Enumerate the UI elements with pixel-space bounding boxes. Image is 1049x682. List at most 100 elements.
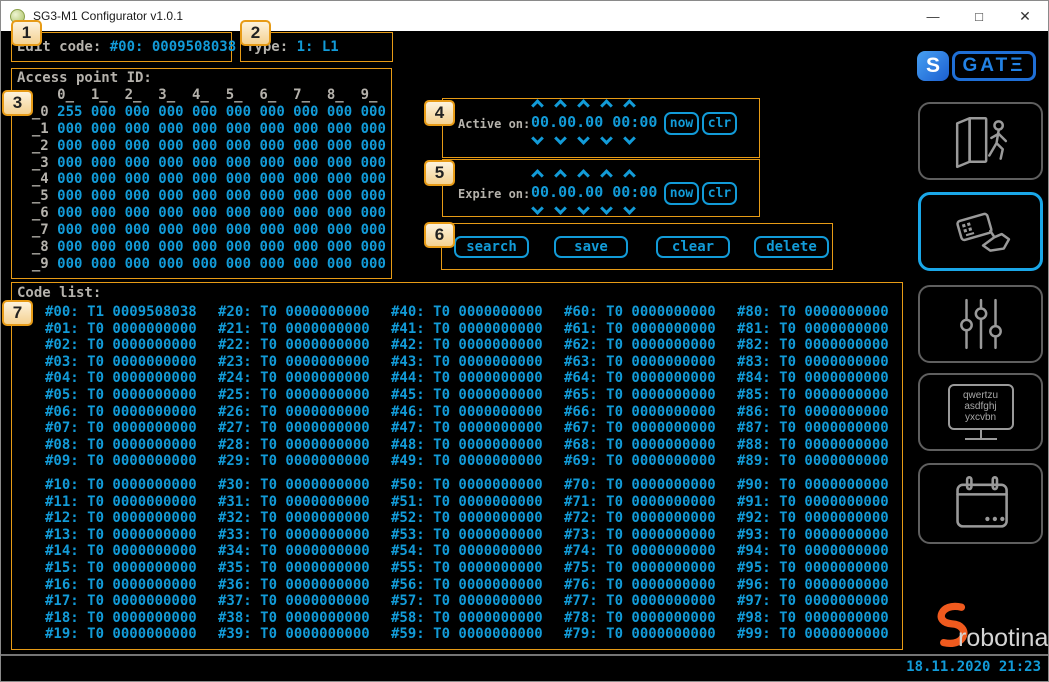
sidebar-button-io-settings[interactable] <box>918 285 1043 363</box>
access-cell[interactable]: 255 <box>49 104 83 120</box>
access-cell[interactable]: 000 <box>184 104 218 120</box>
access-cell[interactable]: 000 <box>150 138 184 154</box>
access-cell[interactable]: 000 <box>150 121 184 137</box>
access-cell[interactable]: 000 <box>184 138 218 154</box>
access-cell[interactable]: 000 <box>184 205 218 221</box>
expire-now-button[interactable]: now <box>664 182 699 205</box>
code-list-entry[interactable]: #75: T0 0000000000 <box>564 560 716 577</box>
code-list-entry[interactable]: #41: T0 0000000000 <box>391 321 543 338</box>
spin-down-icon[interactable] <box>623 202 636 215</box>
code-list-entry[interactable]: #73: T0 0000000000 <box>564 527 716 544</box>
code-list-entry[interactable]: #78: T0 0000000000 <box>564 610 716 627</box>
access-cell[interactable]: 000 <box>49 155 83 171</box>
access-cell[interactable]: 000 <box>82 205 116 221</box>
access-cell[interactable]: 000 <box>285 256 319 272</box>
access-cell[interactable]: 000 <box>150 239 184 255</box>
access-cell[interactable]: 000 <box>251 205 285 221</box>
code-list-entry[interactable]: #74: T0 0000000000 <box>564 543 716 560</box>
code-list-entry[interactable]: #67: T0 0000000000 <box>564 420 716 437</box>
access-cell[interactable]: 000 <box>318 104 352 120</box>
access-cell[interactable]: 000 <box>217 222 251 238</box>
code-list-entry[interactable]: #64: T0 0000000000 <box>564 370 716 387</box>
spin-up-icon[interactable] <box>531 99 544 112</box>
edit-code-field[interactable]: Edit code: #00: 0009508038 <box>17 39 236 55</box>
code-list-entry[interactable]: #69: T0 0000000000 <box>564 453 716 470</box>
code-list-entry[interactable]: #87: T0 0000000000 <box>737 420 889 437</box>
code-list-entry[interactable]: #04: T0 0000000000 <box>45 370 197 387</box>
code-list-entry[interactable]: #77: T0 0000000000 <box>564 593 716 610</box>
spin-down-icon[interactable] <box>577 132 590 145</box>
access-cell[interactable]: 000 <box>318 188 352 204</box>
spin-up-icon[interactable] <box>554 99 567 112</box>
code-list-entry[interactable]: #76: T0 0000000000 <box>564 577 716 594</box>
access-cell[interactable]: 000 <box>251 239 285 255</box>
access-cell[interactable]: 000 <box>116 138 150 154</box>
code-list-entry[interactable]: #97: T0 0000000000 <box>737 593 889 610</box>
access-cell[interactable]: 000 <box>352 121 386 137</box>
access-cell[interactable]: 000 <box>251 104 285 120</box>
code-list-entry[interactable]: #79: T0 0000000000 <box>564 626 716 643</box>
access-cell[interactable]: 000 <box>49 239 83 255</box>
access-cell[interactable]: 000 <box>285 239 319 255</box>
access-cell[interactable]: 000 <box>352 256 386 272</box>
code-list-entry[interactable]: #27: T0 0000000000 <box>218 420 370 437</box>
access-cell[interactable]: 000 <box>318 256 352 272</box>
code-list-entry[interactable]: #35: T0 0000000000 <box>218 560 370 577</box>
access-cell[interactable]: 000 <box>184 155 218 171</box>
code-list-entry[interactable]: #00: T1 0009508038 <box>45 304 197 321</box>
code-list-entry[interactable]: #24: T0 0000000000 <box>218 370 370 387</box>
access-cell[interactable]: 000 <box>116 239 150 255</box>
code-list-entry[interactable]: #98: T0 0000000000 <box>737 610 889 627</box>
code-list-entry[interactable]: #84: T0 0000000000 <box>737 370 889 387</box>
code-list-entry[interactable]: #48: T0 0000000000 <box>391 437 543 454</box>
access-cell[interactable]: 000 <box>318 222 352 238</box>
type-value[interactable]: 1: L1 <box>297 39 339 55</box>
spin-up-icon[interactable] <box>600 99 613 112</box>
code-list-entry[interactable]: #02: T0 0000000000 <box>45 337 197 354</box>
access-cell[interactable]: 000 <box>285 155 319 171</box>
active-clr-button[interactable]: clr <box>702 112 737 135</box>
access-cell[interactable]: 000 <box>150 155 184 171</box>
code-list-entry[interactable]: #80: T0 0000000000 <box>737 304 889 321</box>
spin-up-icon[interactable] <box>577 99 590 112</box>
access-cell[interactable]: 000 <box>217 121 251 137</box>
access-cell[interactable]: 000 <box>184 121 218 137</box>
spin-down-icon[interactable] <box>531 132 544 145</box>
access-cell[interactable]: 000 <box>352 239 386 255</box>
access-cell[interactable]: 000 <box>82 121 116 137</box>
code-list-entry[interactable]: #22: T0 0000000000 <box>218 337 370 354</box>
code-list-entry[interactable]: #32: T0 0000000000 <box>218 510 370 527</box>
access-cell[interactable]: 000 <box>217 138 251 154</box>
code-list-entry[interactable]: #91: T0 0000000000 <box>737 494 889 511</box>
access-cell[interactable]: 000 <box>150 205 184 221</box>
access-cell[interactable]: 000 <box>251 188 285 204</box>
access-cell[interactable]: 000 <box>184 171 218 187</box>
expire-clr-button[interactable]: clr <box>702 182 737 205</box>
access-cell[interactable]: 000 <box>49 188 83 204</box>
code-list-entry[interactable]: #83: T0 0000000000 <box>737 354 889 371</box>
code-list-entry[interactable]: #33: T0 0000000000 <box>218 527 370 544</box>
access-cell[interactable]: 000 <box>352 171 386 187</box>
edit-code-value[interactable]: #00: 0009508038 <box>110 39 236 55</box>
access-cell[interactable]: 000 <box>217 205 251 221</box>
access-cell[interactable]: 000 <box>150 222 184 238</box>
code-list-entry[interactable]: #36: T0 0000000000 <box>218 577 370 594</box>
code-list-entry[interactable]: #06: T0 0000000000 <box>45 404 197 421</box>
spin-down-icon[interactable] <box>554 202 567 215</box>
code-list-entry[interactable]: #94: T0 0000000000 <box>737 543 889 560</box>
code-list-entry[interactable]: #86: T0 0000000000 <box>737 404 889 421</box>
access-cell[interactable]: 000 <box>116 104 150 120</box>
code-list-entry[interactable]: #12: T0 0000000000 <box>45 510 197 527</box>
code-list-entry[interactable]: #01: T0 0000000000 <box>45 321 197 338</box>
code-list-entry[interactable]: #51: T0 0000000000 <box>391 494 543 511</box>
code-list-entry[interactable]: #90: T0 0000000000 <box>737 477 889 494</box>
access-cell[interactable]: 000 <box>251 256 285 272</box>
code-list-entry[interactable]: #95: T0 0000000000 <box>737 560 889 577</box>
spin-up-icon[interactable] <box>577 169 590 182</box>
spin-up-icon[interactable] <box>531 169 544 182</box>
code-list-entry[interactable]: #45: T0 0000000000 <box>391 387 543 404</box>
access-cell[interactable]: 000 <box>352 104 386 120</box>
code-list-entry[interactable]: #63: T0 0000000000 <box>564 354 716 371</box>
access-cell[interactable]: 000 <box>352 222 386 238</box>
code-list-entry[interactable]: #65: T0 0000000000 <box>564 387 716 404</box>
